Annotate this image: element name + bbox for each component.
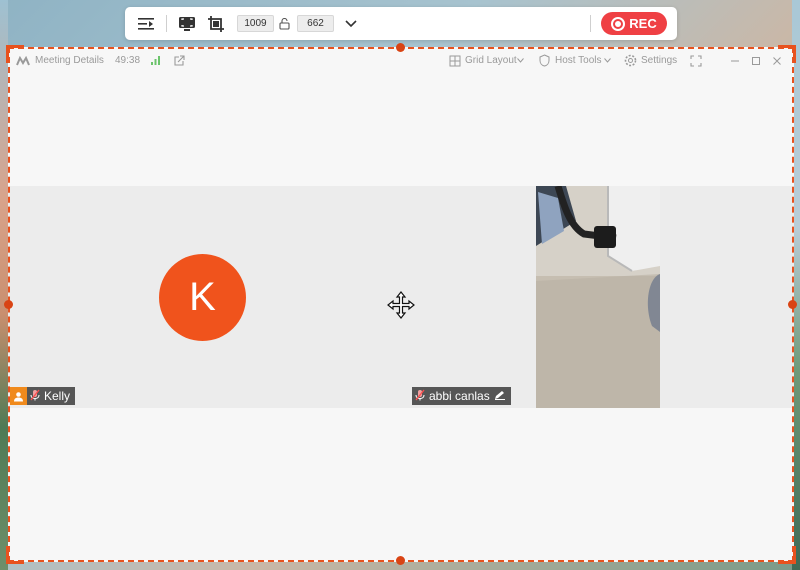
toolbar-divider [590,15,591,32]
mic-muted-icon [30,389,40,404]
participant-name: Kelly [44,389,71,403]
participant-tile-abbi-canlas[interactable]: abbi canlas [401,186,794,408]
rec-button[interactable]: REC [601,12,667,35]
avatar-initial: K [189,275,216,319]
grid-layout-icon [448,54,461,67]
resize-handle-bottom[interactable] [396,556,405,565]
fullscreen-icon[interactable] [689,54,702,67]
chevron-down-icon[interactable] [340,13,362,35]
camera-video-feed [536,186,660,408]
fullscreen-capture-icon[interactable] [176,13,198,35]
participant-name: abbi canlas [429,389,490,403]
participant-tile-kelly[interactable]: K Kelly [8,186,399,408]
region-capture-icon[interactable] [205,13,227,35]
resize-corner-bottom-right[interactable] [778,546,796,564]
chevron-down-icon [516,54,524,67]
edit-name-icon[interactable] [494,389,506,403]
toolbar-divider [166,15,167,32]
rec-label: REC [629,16,657,31]
resize-corner-top-left[interactable] [6,45,24,63]
participant-name-tag: Kelly [27,387,76,405]
resize-handle-left[interactable] [4,300,13,309]
desktop-background-left [0,0,8,570]
resize-corner-top-right[interactable] [778,45,796,63]
resize-corner-bottom-left[interactable] [6,546,24,564]
avatar: K [159,254,246,341]
signal-strength-icon[interactable] [149,54,162,67]
recorder-toolbar: 1009 662 REC [125,7,677,40]
external-link-icon[interactable] [172,54,185,67]
participant-name-tag: abbi canlas [412,387,511,405]
collapse-icon[interactable] [135,13,157,35]
width-field[interactable]: 1009 [237,15,274,32]
mic-muted-icon [415,389,425,404]
maximize-icon[interactable] [749,54,762,67]
settings-button[interactable]: Settings [641,55,677,66]
resize-handle-top[interactable] [396,43,405,52]
height-field[interactable]: 662 [297,15,334,32]
meeting-duration: 49:38 [115,55,141,66]
meeting-details-link[interactable]: Meeting Details [35,55,104,66]
minimize-icon[interactable] [728,54,741,67]
move-cursor-icon[interactable] [387,291,415,319]
host-tools-button[interactable]: Host Tools [555,55,602,66]
host-icon [10,387,27,405]
record-icon [611,16,626,31]
shield-icon [538,54,551,67]
grid-layout-button[interactable]: Grid Layout [465,55,517,66]
lock-ratio-icon[interactable] [277,13,291,35]
chevron-down-icon [603,54,611,67]
resize-handle-right[interactable] [788,300,797,309]
gear-icon [624,54,637,67]
